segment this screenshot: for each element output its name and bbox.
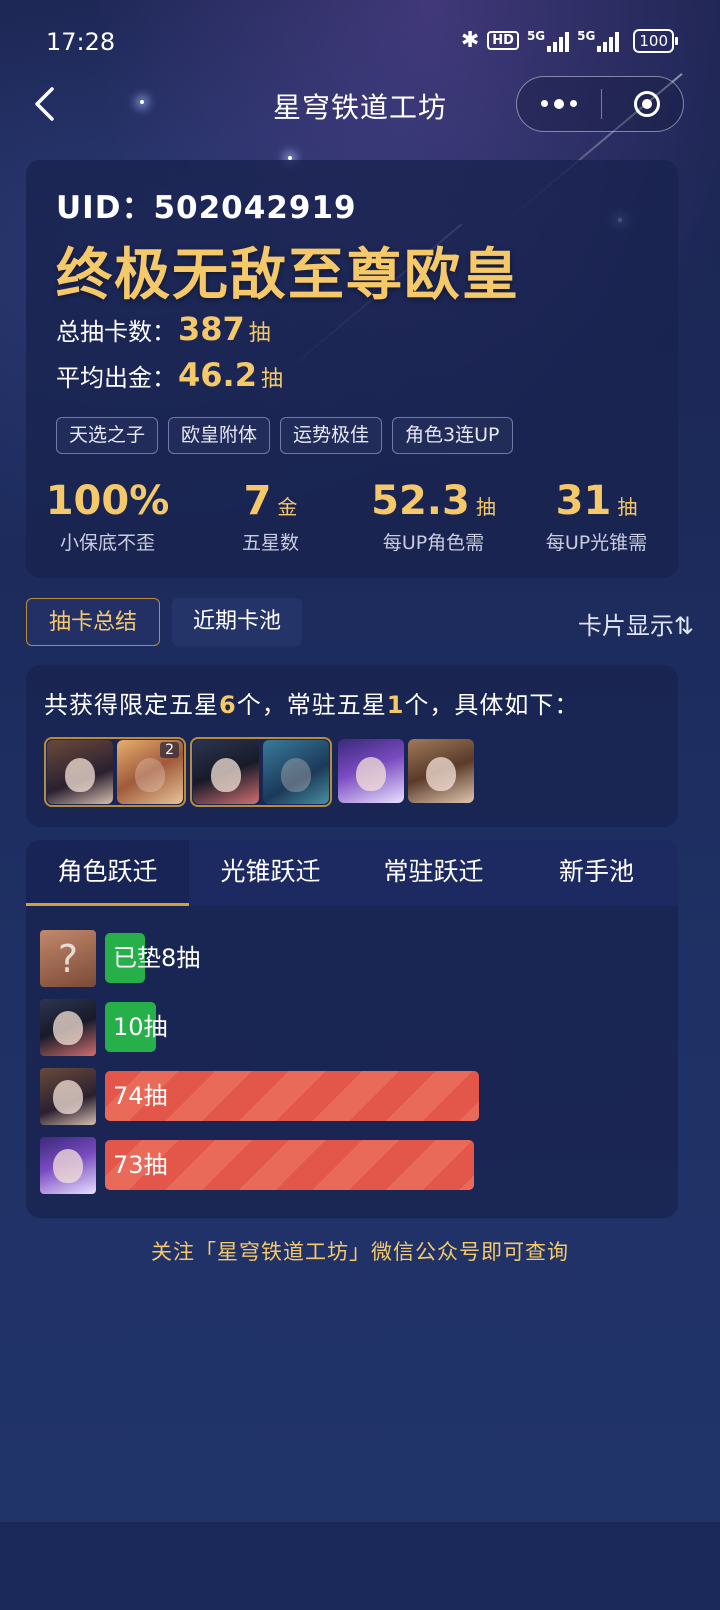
bottom-band bbox=[0, 1522, 720, 1610]
character-portrait[interactable] bbox=[338, 739, 404, 803]
tab-pull-summary[interactable]: 抽卡总结 bbox=[26, 598, 160, 646]
average-gold: 平均出金： 46.2 抽 bbox=[56, 356, 283, 394]
obtained-summary: 共获得限定五星6个，常驻五星1个，具体如下： bbox=[44, 691, 580, 719]
pull-count-label: 10抽 bbox=[113, 1013, 168, 1041]
status-icons: ✱ HD 5G 5G 100 bbox=[460, 28, 678, 53]
metric-no-lose-5050: 100% 小保底不歪 bbox=[45, 478, 170, 554]
target-icon bbox=[634, 90, 660, 117]
pull-row: 73抽 bbox=[40, 1137, 660, 1194]
tab-standard-warp[interactable]: 常驻跃迁 bbox=[352, 840, 515, 906]
signal-icon-2: 5G bbox=[577, 30, 620, 52]
tag: 天选之子 bbox=[56, 417, 159, 454]
pull-count-label: 73抽 bbox=[113, 1151, 168, 1179]
bluetooth-icon: ✱ bbox=[460, 28, 480, 53]
tag: 角色3连UP bbox=[392, 417, 513, 454]
warp-records-card: 角色跃迁 光锥跃迁 常驻跃迁 新手池 ? 已垫8抽 10抽 74抽 73抽 bbox=[26, 840, 678, 1218]
portrait-group: 2 bbox=[44, 737, 186, 807]
count-badge: 2 bbox=[160, 742, 179, 758]
portrait-group bbox=[190, 737, 332, 807]
obtained-card: 共获得限定五星6个，常驻五星1个，具体如下： 2 bbox=[26, 665, 678, 827]
tag-list: 天选之子 欧皇附体 运势极佳 角色3连UP bbox=[56, 417, 513, 454]
lightcone-portrait[interactable]: 2 bbox=[117, 740, 183, 804]
capsule-divider bbox=[601, 89, 602, 119]
mini-program-capsule bbox=[516, 76, 684, 132]
character-portrait[interactable] bbox=[47, 740, 113, 804]
character-avatar bbox=[40, 1068, 96, 1125]
unknown-avatar: ? bbox=[40, 930, 96, 987]
more-dots-icon bbox=[541, 100, 548, 107]
lightcone-portrait[interactable] bbox=[263, 740, 329, 804]
metric-per-up-character: 52.3 抽 每UP角色需 bbox=[371, 478, 496, 554]
total-pulls: 总抽卡数： 387 抽 bbox=[56, 310, 271, 348]
tab-recent-banners[interactable]: 近期卡池 bbox=[172, 598, 302, 646]
metric-per-up-lightcone: 31 抽 每UP光锥需 bbox=[545, 478, 648, 554]
pull-history: ? 已垫8抽 10抽 74抽 73抽 bbox=[40, 930, 660, 1206]
hd-voice-icon: HD bbox=[487, 31, 519, 50]
character-portrait[interactable] bbox=[408, 739, 474, 803]
metric-five-star-count: 7金 五星数 bbox=[241, 478, 299, 554]
character-avatar bbox=[40, 1137, 96, 1194]
clock: 17:28 bbox=[46, 28, 116, 56]
rank-title: 终极无敌至尊欧皇 bbox=[56, 243, 520, 308]
pull-count-label: 74抽 bbox=[113, 1082, 168, 1110]
pull-count-label: 已垫8抽 bbox=[113, 944, 201, 972]
tab-lightcone-warp[interactable]: 光锥跃迁 bbox=[189, 840, 352, 906]
card-display-toggle[interactable]: 卡片显示⇅ bbox=[578, 606, 694, 641]
warp-tabs: 角色跃迁 光锥跃迁 常驻跃迁 新手池 bbox=[26, 840, 678, 906]
tab-character-warp[interactable]: 角色跃迁 bbox=[26, 840, 189, 906]
character-portrait[interactable] bbox=[193, 740, 259, 804]
follow-official-account-note: 关注「星穹铁道工坊」微信公众号即可查询 bbox=[151, 1240, 569, 1264]
pull-row: 10抽 bbox=[40, 999, 660, 1056]
tag: 运势极佳 bbox=[280, 417, 383, 454]
tab-beginner-warp[interactable]: 新手池 bbox=[515, 840, 678, 906]
portrait-list: 2 bbox=[44, 737, 480, 807]
pull-row: 74抽 bbox=[40, 1068, 660, 1125]
pull-row: ? 已垫8抽 bbox=[40, 930, 660, 987]
battery-icon: 100 bbox=[633, 28, 678, 53]
summary-card: UID：502042919 终极无敌至尊欧皇 总抽卡数： 387 抽 平均出金：… bbox=[26, 160, 678, 578]
character-avatar bbox=[40, 999, 96, 1056]
metrics-row: 100% 小保底不歪 7金 五星数 52.3 抽 每UP角色需 31 抽 每UP光锥… bbox=[26, 478, 678, 555]
tag: 欧皇附体 bbox=[168, 417, 271, 454]
uid: UID：502042919 bbox=[56, 190, 357, 226]
signal-icon: 5G bbox=[527, 30, 570, 52]
close-mini-program-button[interactable] bbox=[617, 77, 677, 130]
more-button[interactable] bbox=[517, 77, 601, 130]
portrait-group bbox=[336, 737, 476, 807]
status-bar: 17:28 ✱ HD 5G 5G 100 bbox=[0, 0, 720, 86]
